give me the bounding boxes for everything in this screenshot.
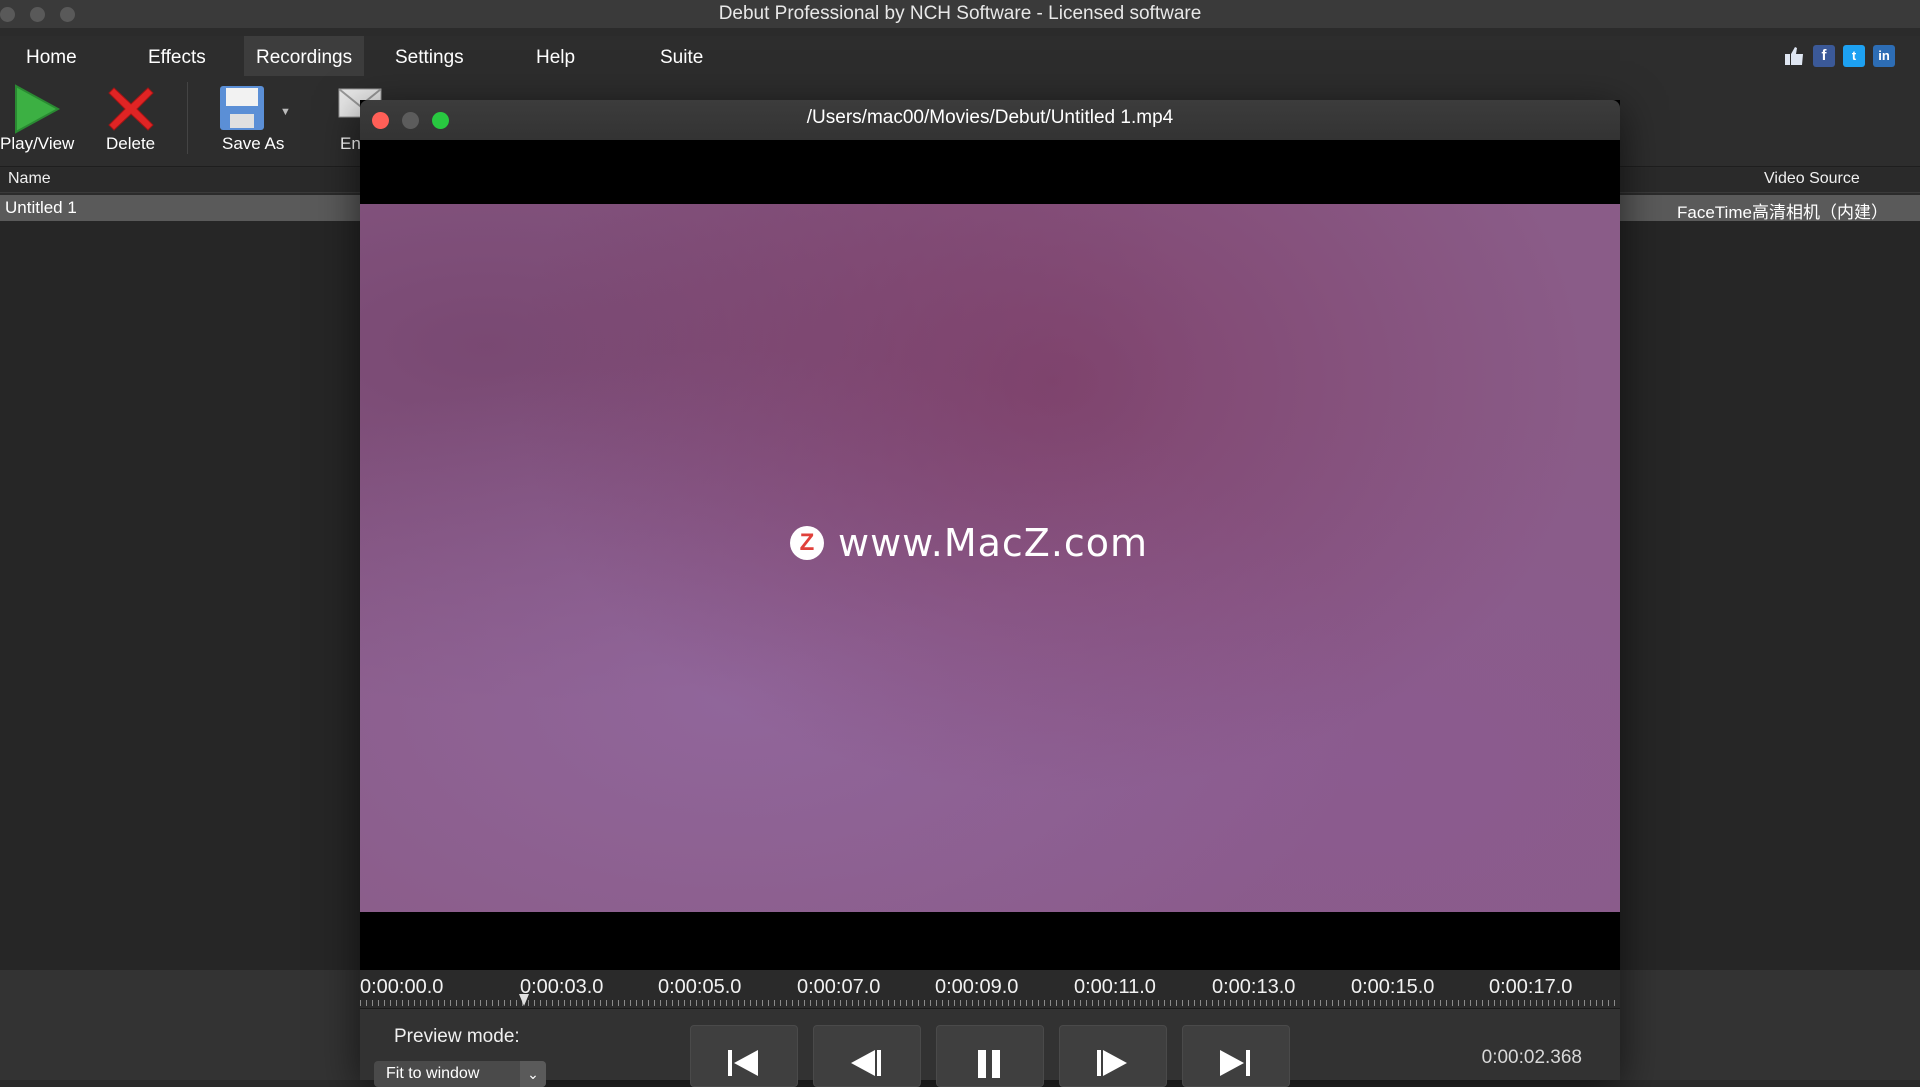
preview-mode-label: Preview mode: <box>394 1026 520 1047</box>
player-controls: Preview mode: Fit to window ⌄ 0:00:02.36… <box>360 1009 1620 1087</box>
step-back-button[interactable] <box>813 1025 921 1087</box>
chevron-down-icon: ⌄ <box>520 1061 546 1087</box>
menu-help[interactable]: Help <box>524 36 587 76</box>
player-titlebar: /Users/mac00/Movies/Debut/Untitled 1.mp4 <box>360 100 1620 140</box>
step-back-icon <box>851 1050 881 1076</box>
column-name-header[interactable]: Name <box>8 170 51 188</box>
timeline-label: 0:00:15.0 <box>1351 976 1435 998</box>
delete-x-icon <box>108 87 154 131</box>
delete-button[interactable]: Delete <box>96 76 168 166</box>
timeline-label: 0:00:00.0 <box>360 976 444 998</box>
floppy-disk-icon <box>220 86 264 130</box>
video-area[interactable]: Z www.MacZ.com <box>360 140 1620 970</box>
watermark: Z www.MacZ.com <box>790 521 1148 565</box>
preview-mode-value: Fit to window <box>386 1065 480 1082</box>
save-as-label: Save As <box>222 134 285 153</box>
toolbar-separator <box>187 82 188 154</box>
player-title: /Users/mac00/Movies/Debut/Untitled 1.mp4 <box>806 107 1174 128</box>
macz-logo-icon: Z <box>790 526 824 560</box>
skip-to-end-icon <box>1220 1050 1250 1076</box>
menu-settings[interactable]: Settings <box>383 36 476 76</box>
pause-button[interactable] <box>936 1025 1044 1087</box>
timeline-label: 0:00:17.0 <box>1489 976 1573 998</box>
preview-mode-select[interactable]: Fit to window ⌄ <box>374 1061 546 1087</box>
recording-source-cell: FaceTime高清相机（内建） <box>1677 203 1888 222</box>
linkedin-icon[interactable]: in <box>1873 45 1895 67</box>
twitter-icon[interactable]: t <box>1843 45 1865 67</box>
play-view-label: Play/View <box>0 134 75 153</box>
watermark-text: www.MacZ.com <box>838 521 1149 565</box>
menu-suite[interactable]: Suite <box>648 36 715 76</box>
chevron-down-icon[interactable]: ▼ <box>280 106 291 118</box>
timeline-label: 0:00:13.0 <box>1212 976 1296 998</box>
menu-bar: Home Effects Recordings Settings Help Su… <box>0 36 1920 76</box>
email-label: En <box>340 134 361 153</box>
skip-to-start-icon <box>728 1050 758 1076</box>
skip-to-start-button[interactable] <box>690 1025 798 1087</box>
timeline-label: 0:00:05.0 <box>658 976 742 998</box>
timeline-label: 0:00:07.0 <box>797 976 881 998</box>
menu-home[interactable]: Home <box>14 36 89 76</box>
video-frame: Z www.MacZ.com <box>360 204 1620 912</box>
timeline-label: 0:00:03.0 <box>520 976 604 998</box>
menu-recordings[interactable]: Recordings <box>244 36 365 76</box>
timeline[interactable]: 0:00:00.0 0:00:03.0 0:00:05.0 0:00:07.0 … <box>360 970 1620 1009</box>
current-time: 0:00:02.368 <box>1481 1047 1582 1068</box>
main-titlebar: Debut Professional by NCH Software - Lic… <box>0 0 1920 28</box>
play-icon <box>15 84 61 134</box>
column-video-source-header[interactable]: Video Source <box>1764 170 1860 188</box>
recording-name-cell: Untitled 1 <box>5 198 77 217</box>
thumbs-up-icon[interactable] <box>1783 45 1805 67</box>
timeline-label: 0:00:11.0 <box>1074 976 1156 998</box>
timeline-label: 0:00:09.0 <box>935 976 1019 998</box>
step-forward-button[interactable] <box>1059 1025 1167 1087</box>
delete-label: Delete <box>106 134 156 153</box>
facebook-icon[interactable]: f <box>1813 45 1835 67</box>
play-view-button[interactable]: Play/View <box>0 76 80 166</box>
menu-effects[interactable]: Effects <box>136 36 218 76</box>
step-forward-icon <box>1097 1050 1127 1076</box>
timeline-ticks <box>360 1000 1620 1006</box>
pause-icon <box>978 1050 1000 1078</box>
skip-to-end-button[interactable] <box>1182 1025 1290 1087</box>
player-window: /Users/mac00/Movies/Debut/Untitled 1.mp4… <box>360 100 1620 1087</box>
save-as-button[interactable]: ▼ Save As <box>210 76 300 166</box>
window-title: Debut Professional by NCH Software - Lic… <box>718 3 1202 24</box>
